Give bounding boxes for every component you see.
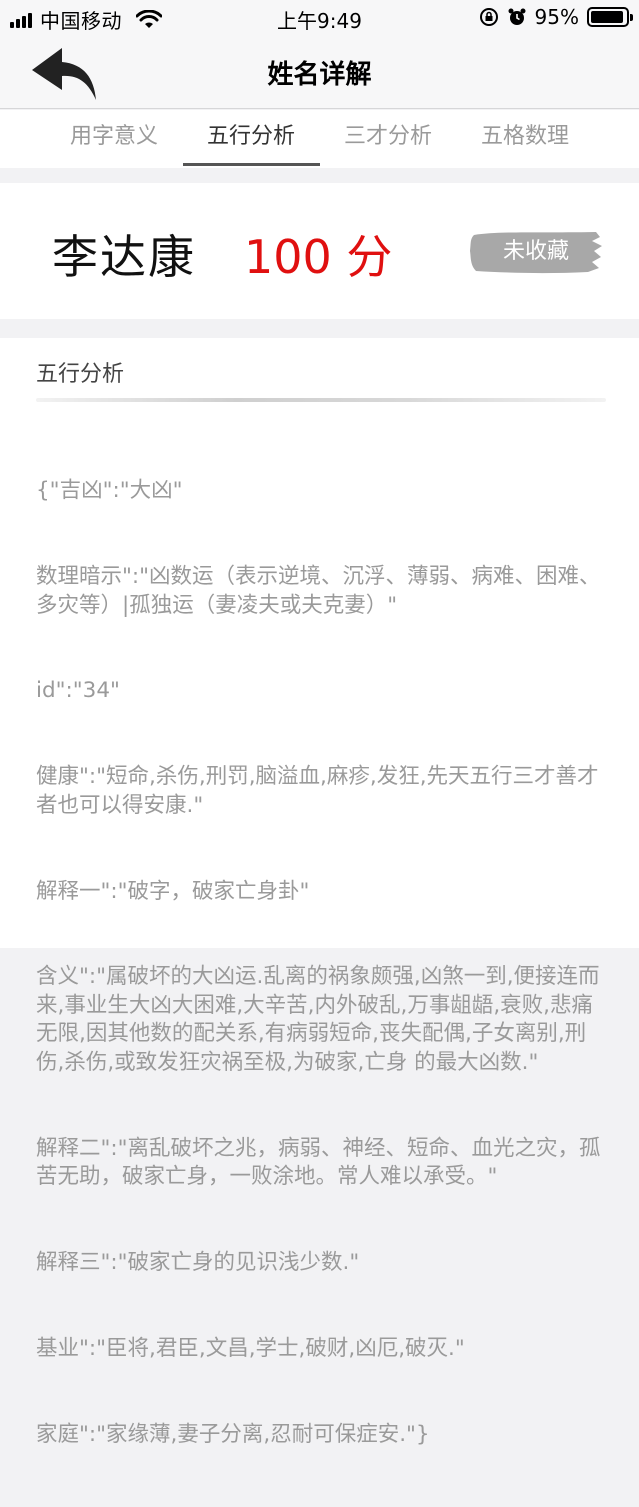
status-right: 95% [479, 5, 633, 29]
tab-character-meaning[interactable]: 用字意义 [46, 110, 183, 168]
name-score: 100 分 [244, 230, 393, 284]
section-title: 五行分析 [36, 362, 125, 387]
tab-bar: 用字意义 五行分析 三才分析 五格数理 [0, 110, 639, 168]
alarm-icon [508, 8, 526, 25]
tab-five-grids[interactable]: 五格数理 [457, 110, 594, 168]
analysis-line-explain-1: 解释一":"破字，破家亡身卦" [36, 878, 310, 904]
analysis-line-explain-3: 解释三":"破家亡身的见识浅少数." [36, 1250, 360, 1276]
tab-three-talents[interactable]: 三才分析 [320, 110, 457, 168]
analysis-line-career: 基业":"臣将,君臣,文昌,学士,破财,凶厄,破灭." [36, 1336, 465, 1361]
nav-bar: 姓名详解 [0, 36, 639, 109]
analysis-line-meaning: 含义":"属破坏的大凶运.乱离的祸象颇强,凶煞一到,便接连而来,事业生大凶大困难… [36, 964, 600, 1076]
analysis-line-health: 健康":"短命,杀伤,刑罚,脑溢血,麻疹,发狂,先天五行三才善才者也可以得安康.… [36, 764, 599, 818]
analysis-text: {"吉凶":"大凶" 数理暗示":"凶数运（表示逆境、沉浮、薄弱、病难、困难、多… [36, 420, 608, 1507]
battery-percent: 95% [534, 5, 579, 29]
collect-label: 未收藏 [502, 239, 569, 264]
analysis-line-id: id":"34" [36, 678, 120, 704]
analysis-line-luck: {"吉凶":"大凶" [36, 478, 183, 504]
battery-icon [587, 7, 633, 27]
analysis-line-family: 家庭":"家缘薄,妻子分离,忍耐可保症安."} [36, 1421, 430, 1447]
person-name: 李达康 [52, 230, 196, 284]
battery-fill [591, 11, 624, 23]
collect-button[interactable]: 未收藏 [468, 229, 604, 275]
tab-five-elements[interactable]: 五行分析 [182, 110, 320, 168]
analysis-card: 五行分析 {"吉凶":"大凶" 数理暗示":"凶数运（表示逆境、沉浮、薄弱、病难… [0, 338, 639, 1447]
analysis-line-hint: 数理暗示":"凶数运（表示逆境、沉浮、薄弱、病难、困难、多灾等）|孤独运（妻凌夫… [36, 563, 601, 618]
status-bar: 中国移动 上午9:49 95% [0, 0, 639, 36]
score-card: 李达康 100 分 未收藏 [0, 183, 639, 319]
rotation-lock-icon [479, 8, 498, 26]
section-divider [36, 398, 606, 402]
page-title: 姓名详解 [267, 60, 372, 90]
analysis-line-explain-2: 解释二":"离乱破坏之兆，病弱、神经、短命、血光之灾，孤苦无助，破家亡身，一败涂… [36, 1135, 601, 1190]
